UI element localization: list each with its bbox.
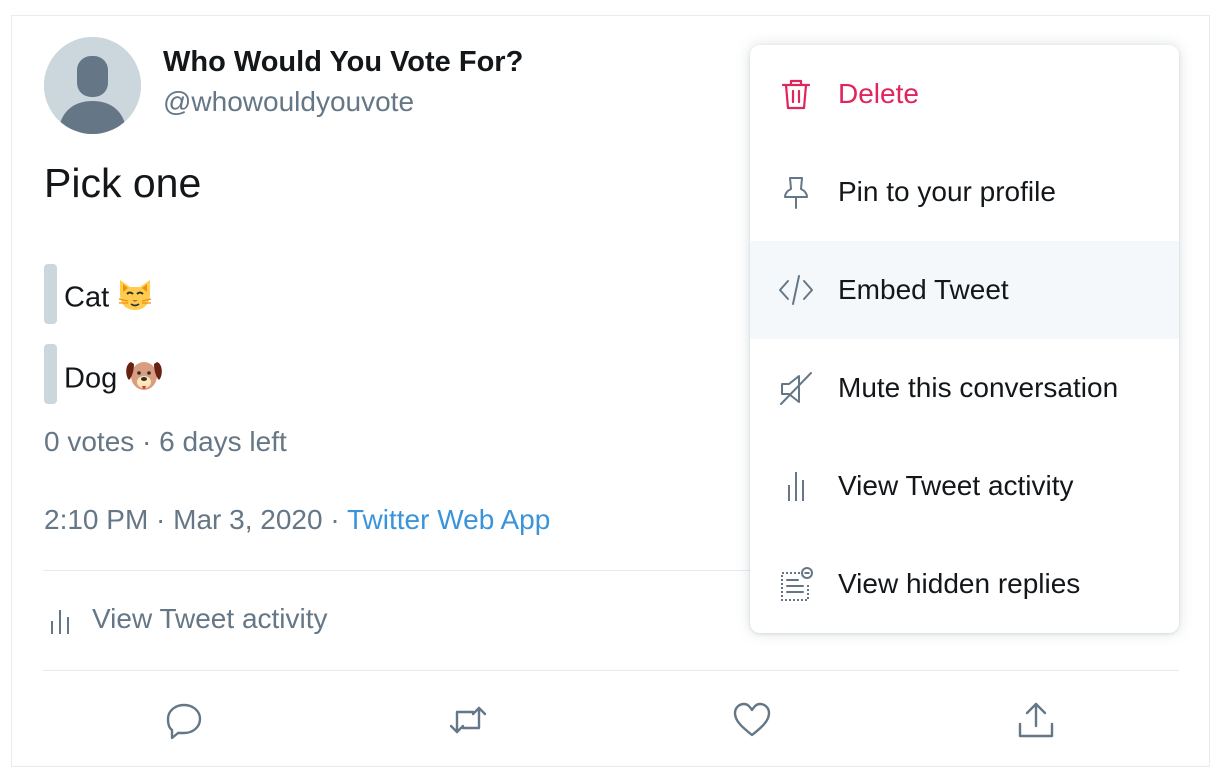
menu-item-pin-to-profile[interactable]: Pin to your profile [750,143,1179,241]
hidden-replies-icon [778,566,814,602]
divider [43,670,1179,671]
menu-item-view-hidden-replies[interactable]: View hidden replies [750,535,1179,633]
source-link[interactable]: Twitter Web App [347,504,550,535]
retweet-button[interactable] [448,700,488,740]
menu-item-label: View Tweet activity [838,470,1074,501]
tweet-timestamp: 2:10 PM · Mar 3, 2020 · Twitter Web App [44,504,550,536]
menu-item-label: Pin to your profile [838,176,1056,207]
menu-item-label: View hidden replies [838,568,1081,599]
poll-meta: 0 votes · 6 days left [44,426,287,457]
tweet-text: Pick one [44,160,202,206]
menu-item-mute-conversation[interactable]: Mute this conversation [750,339,1179,437]
retweet-icon [449,706,487,734]
like-button[interactable] [732,700,772,740]
code-icon [778,272,814,308]
menu-item-embed-tweet[interactable]: Embed Tweet [750,241,1179,339]
mute-icon [778,370,814,406]
default-profile-icon [44,37,141,134]
menu-item-label: Delete [838,78,919,109]
share-button[interactable] [1016,700,1056,740]
menu-item-delete[interactable]: Delete [750,45,1179,143]
user-handle[interactable]: @whowouldyouvote [163,86,414,118]
reply-button[interactable] [164,700,204,740]
menu-item-view-tweet-activity[interactable]: View Tweet activity [750,437,1179,535]
poll-option-label: Dog [64,362,118,395]
reply-icon [166,703,202,740]
analytics-icon [778,468,814,504]
activity-label: View Tweet activity [92,603,328,634]
avatar[interactable] [44,37,141,134]
trash-icon [778,76,814,112]
like-icon [733,702,771,737]
dog-face-emoji [125,358,163,402]
timestamp-text[interactable]: 2:10 PM · Mar 3, 2020 · [44,504,347,535]
analytics-icon [50,606,74,643]
pin-icon [778,174,814,210]
menu-item-label: Embed Tweet [838,274,1009,305]
menu-item-label: Mute this conversation [838,372,1119,403]
display-name[interactable]: Who Would You Vote For? [163,46,523,79]
poll-result-bar [44,344,57,404]
poll-option-label: Cat [64,281,110,314]
poll-result-bar [44,264,57,324]
share-icon [1018,702,1054,738]
tweet-options-menu: Delete Pin to your profile Embed Tweet M… [750,45,1179,633]
cat-face-emoji [117,278,153,320]
